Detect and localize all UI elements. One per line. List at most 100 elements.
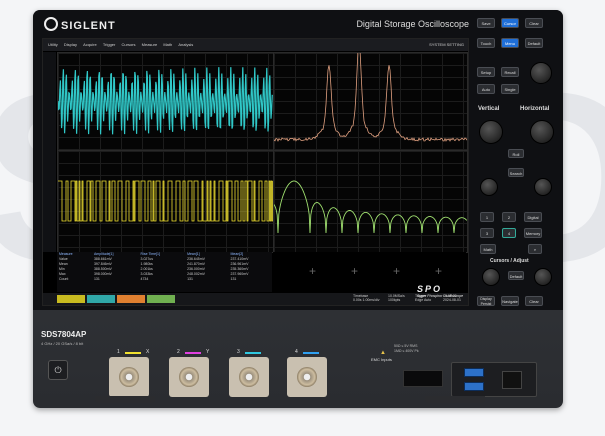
menu-analysis[interactable]: Analysis (178, 42, 193, 47)
clear-button[interactable]: Clear (525, 18, 543, 28)
fft-panel[interactable] (273, 52, 468, 151)
oscilloscope: SIGLENT Digital Storage Oscilloscope Uti… (33, 10, 563, 408)
emc-label: EMC Inputs (371, 357, 392, 362)
display-persist-button[interactable]: Display Persist (477, 296, 495, 306)
ch1-button[interactable]: 1 (480, 212, 494, 222)
cursor-button[interactable]: Cursor (501, 18, 519, 28)
ch1-xy-label: X (146, 349, 149, 355)
touch-button[interactable]: Touch (477, 38, 495, 48)
spo-logo: SPO Super Phosphor Oscilloscope (417, 284, 463, 298)
power-icon: ⏻ (54, 365, 61, 375)
zoom-button[interactable]: ⌕ (528, 244, 542, 254)
menu-bar: Utility Display Acquire Trigger Cursors … (43, 39, 468, 51)
aux-port[interactable] (502, 371, 522, 389)
ch2-label: 2 (177, 349, 180, 355)
memory-button[interactable]: Memory (524, 228, 542, 238)
table-row: Count 131 4734 131 131 (57, 277, 272, 282)
clear-bottom-button[interactable]: Clear (525, 296, 543, 306)
ch4-button[interactable]: 4 (502, 228, 516, 238)
navigate-button[interactable]: Navigate (501, 296, 519, 306)
digital-button[interactable]: Digital (524, 212, 542, 222)
model-spec: 4 GHz / 20 GSa/s / 8 bit (41, 341, 83, 346)
waveform-panel-ch1[interactable] (57, 150, 274, 253)
front-panel: SDS7804AP 4 GHz / 20 GSa/s / 8 bit ⏻ 1 X… (33, 310, 563, 408)
fft-spectrum (274, 53, 467, 150)
horizontal-position-knob[interactable] (534, 178, 552, 196)
control-panel: Save Cursor Clear Touch Menu Default Set… (472, 10, 563, 310)
adjust-knob[interactable] (534, 268, 552, 286)
roll-button[interactable]: Roll (508, 149, 524, 158)
math-panel[interactable] (273, 150, 468, 253)
math-tag[interactable] (147, 295, 175, 303)
vertical-label: Vertical (478, 106, 499, 112)
left-foot (95, 396, 155, 403)
auto-button[interactable]: Auto (477, 84, 495, 94)
cursors-adjust-label: Cursors / Adjust (490, 258, 529, 264)
ch3-color-bar (245, 352, 261, 354)
ch2-xy-label: Y (206, 349, 209, 355)
plus-icon: + (351, 264, 358, 278)
ch1-tag[interactable] (57, 295, 85, 303)
waveform-panel-ch2[interactable] (57, 52, 274, 151)
save-button[interactable]: Save (477, 18, 495, 28)
am-waveform (58, 53, 273, 150)
default-adjust-button[interactable]: Default (508, 271, 524, 280)
recall-button[interactable]: Recall (501, 67, 519, 77)
ch4-bnc-connector[interactable] (287, 357, 327, 397)
ch2-button[interactable]: 2 (502, 212, 516, 222)
menu-math[interactable]: Math (163, 42, 172, 47)
menu-display[interactable]: Display (64, 42, 77, 47)
usb-port[interactable] (464, 368, 484, 377)
system-setting[interactable]: SYSTEM SETTING (429, 39, 464, 51)
measurement-table[interactable]: Measure Amplitude[1] Rise Time[1] Mean[1… (57, 252, 272, 292)
menu-cursors[interactable]: Cursors (122, 42, 136, 47)
menu-trigger[interactable]: Trigger (103, 42, 116, 47)
horizontal-label: Horizontal (520, 106, 549, 112)
plus-icon: + (435, 264, 442, 278)
ch3-bnc-connector[interactable] (229, 357, 269, 397)
vertical-scale-knob[interactable] (479, 120, 503, 144)
ch1-label: 1 (117, 349, 120, 355)
sample-info: 10.0MSa/s 100kpts (388, 294, 405, 302)
timebase-info[interactable]: Timebase 0.00s 1.00ms/div (353, 294, 379, 302)
ch2-bnc-connector[interactable] (169, 357, 209, 397)
menu-acquire[interactable]: Acquire (83, 42, 97, 47)
brand-logo: SIGLENT (44, 17, 116, 32)
digital-waveform (58, 151, 273, 252)
menu-utility[interactable]: Utility (48, 42, 58, 47)
usb-panel (451, 362, 537, 397)
vertical-position-knob[interactable] (480, 178, 498, 196)
product-title: Digital Storage Oscilloscope (356, 19, 469, 29)
menu-measure[interactable]: Measure (142, 42, 158, 47)
default-button[interactable]: Default (525, 38, 543, 48)
status-bar: Timebase 0.00s 1.00ms/div 10.0MSa/s 100k… (43, 293, 468, 305)
ch3-button[interactable]: 3 (480, 228, 494, 238)
intensity-knob[interactable] (482, 268, 500, 286)
input-spec: 50Ω ≤ 5V RMS 1MΩ ≤ 400V Pk (394, 344, 419, 354)
siglent-logo-icon (44, 17, 58, 31)
right-foot (425, 396, 485, 403)
menu-button[interactable]: Menu (501, 38, 519, 48)
touch-screen[interactable]: Utility Display Acquire Trigger Cursors … (42, 38, 469, 306)
math-button[interactable]: Math (480, 244, 496, 254)
fft-tag[interactable] (117, 295, 145, 303)
universal-knob[interactable] (530, 62, 552, 84)
ch4-color-bar (303, 352, 319, 354)
brand-text: SIGLENT (61, 20, 116, 32)
search-button[interactable]: Search (508, 168, 524, 177)
warning-icon: ▲ (380, 350, 386, 356)
display-bezel: SIGLENT Digital Storage Oscilloscope Uti… (33, 10, 563, 310)
single-button[interactable]: Single (501, 84, 519, 94)
usb-port[interactable] (464, 382, 484, 391)
math-spectrum (274, 151, 467, 252)
ch1-bnc-connector[interactable] (109, 357, 149, 397)
power-button[interactable]: ⏻ (48, 360, 68, 380)
model-name: SDS7804AP (41, 330, 86, 339)
plus-icon: + (393, 264, 400, 278)
left-toolbar[interactable] (43, 52, 56, 252)
horizontal-scale-knob[interactable] (530, 120, 554, 144)
magnifier-icon: ⌕ (534, 247, 536, 252)
setup-button[interactable]: Setup (477, 67, 495, 77)
ch2-tag[interactable] (87, 295, 115, 303)
probe-slot (403, 370, 443, 387)
